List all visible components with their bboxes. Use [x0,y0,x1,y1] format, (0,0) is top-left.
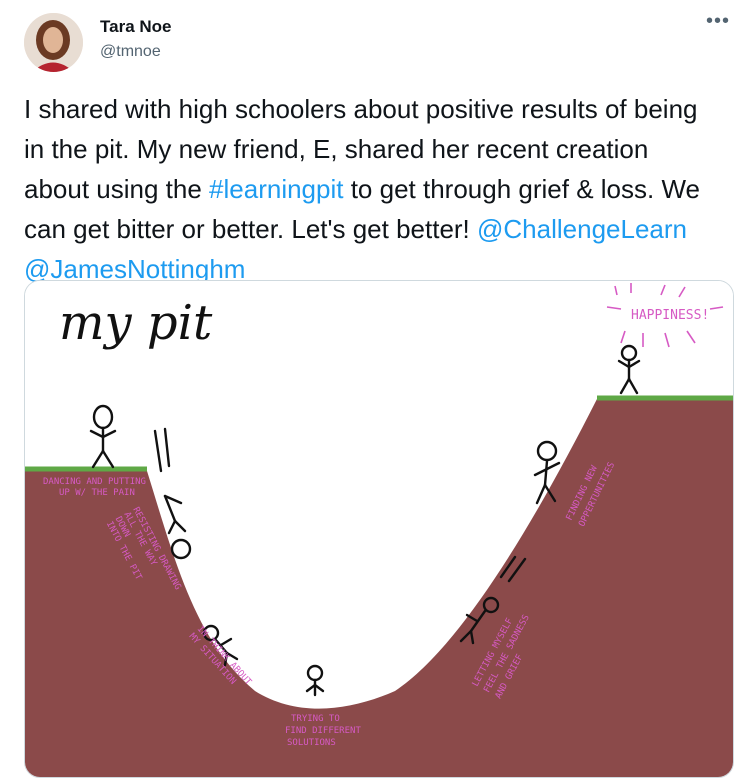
mention-link[interactable]: @ChallengeLearn [477,214,687,244]
more-options-icon[interactable]: ••• [706,11,730,33]
label-happiness: HAPPINESS! [631,308,709,323]
author-name[interactable]: Tara Noe [100,17,172,37]
tweet-text: I shared with high schoolers about posit… [24,89,714,289]
tweet-image[interactable]: my pit HAPPINESS! DANCING AND PUTTING UP… [24,280,734,778]
learning-pit-drawing: my pit HAPPINESS! DANCING AND PUTTING UP… [25,281,733,777]
drawing-title: my pit [59,295,213,351]
avatar-image [24,13,83,72]
author-avatar[interactable] [24,13,83,72]
hashtag-link[interactable]: #learningpit [209,174,343,204]
author-handle[interactable]: @tmnoe [100,43,161,61]
